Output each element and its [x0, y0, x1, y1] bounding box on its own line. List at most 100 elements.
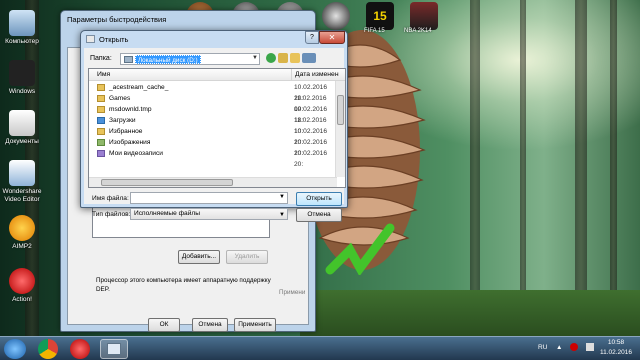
videos-icon [97, 150, 105, 157]
column-date-header[interactable]: Дата изменен [295, 71, 339, 78]
ok-button[interactable]: ОК [148, 318, 180, 332]
file-row[interactable]: Изображения 10.02.2016 20: [89, 137, 333, 157]
up-folder-icon[interactable] [278, 53, 288, 63]
file-row[interactable]: _acestream_cache_ 10.02.2016 20: [89, 82, 333, 102]
open-button[interactable]: Открыть [296, 192, 342, 206]
desktop-icon-documents[interactable]: Документы [0, 110, 44, 146]
vertical-scrollbar[interactable] [335, 81, 345, 177]
windows-icon [9, 60, 35, 86]
window-icon [107, 343, 121, 355]
folder-icon [97, 95, 105, 102]
chrome-icon[interactable] [38, 339, 58, 359]
file-name: msdownld.tmp [109, 106, 152, 113]
computer-icon [9, 10, 35, 36]
video-editor-icon [9, 160, 35, 186]
file-row[interactable]: Избранное 10.02.2016 20: [89, 126, 333, 146]
folder-row: Папка: Локальный диск (D:) ▼ [88, 52, 344, 66]
fifa15-icon[interactable]: 15 [366, 2, 394, 30]
favorites-icon [97, 128, 105, 135]
game-icon[interactable] [322, 2, 350, 30]
folder-select[interactable]: Локальный диск (D:) ▼ [120, 53, 260, 65]
dialog-titlebar: Открыть ? ✕ [81, 31, 347, 47]
dialog-body: Папка: Локальный диск (D:) ▼ Имя Дата из… [84, 48, 346, 222]
horizontal-scrollbar[interactable] [89, 177, 337, 187]
record-icon[interactable] [70, 339, 90, 359]
pictures-icon [97, 139, 105, 146]
tree-trunk [470, 0, 480, 336]
clock-time[interactable]: 10:58 [598, 339, 634, 346]
folder-value: Локальный диск (D:) [135, 55, 201, 64]
downloads-icon [97, 117, 105, 124]
open-file-dialog: Открыть ? ✕ Папка: Локальный диск (D:) ▼… [80, 30, 348, 222]
chevron-down-icon: ▼ [279, 212, 285, 218]
record-icon [9, 268, 35, 294]
cancel-button[interactable]: Отмена [192, 318, 228, 332]
clock-date[interactable]: 11.02.2016 [598, 349, 634, 356]
file-row[interactable]: msdownld.tmp 09.02.2016 18: [89, 104, 333, 124]
documents-icon [9, 110, 35, 136]
chevron-down-icon: ▼ [252, 55, 258, 61]
close-button[interactable]: ✕ [319, 31, 345, 44]
dep-description: Процессор этого компьютера имеет аппарат… [96, 277, 271, 293]
file-row[interactable]: Загрузки 11.02.2016 10: [89, 115, 333, 135]
back-icon[interactable] [266, 53, 276, 63]
taskbar: RU ▲ 10:58 11.02.2016 [0, 336, 640, 360]
active-window-button[interactable] [100, 339, 128, 359]
help-button[interactable]: ? [305, 31, 319, 44]
window-title: Параметры быстродействия [67, 15, 167, 24]
file-name: Загрузки [109, 117, 136, 124]
nba2k14-icon[interactable] [410, 2, 438, 30]
file-name: Games [109, 95, 131, 102]
desktop-icon-label: AIMP2 [12, 243, 32, 250]
desktop-icon-label: Wondershare Video Editor [2, 188, 42, 203]
dialog-title: Открыть [99, 35, 129, 44]
desktop-icon-wondershare[interactable]: Wondershare Video Editor [0, 160, 44, 204]
file-row[interactable]: Мои видеозаписи 10.02.2016 20: [89, 148, 333, 168]
filetype-select[interactable]: Исполняемые файлы ▼ [130, 208, 288, 220]
filename-input[interactable]: ▼ [130, 192, 288, 204]
remove-button[interactable]: Удалить [226, 250, 268, 264]
view-menu-icon[interactable] [302, 53, 316, 63]
scrollbar-thumb[interactable] [337, 95, 344, 125]
filetype-row: Тип файлов: Исполняемые файлы ▼ Отмена [90, 208, 346, 222]
start-button[interactable] [4, 339, 26, 359]
file-name: Избранное [109, 128, 143, 135]
file-list[interactable]: Имя Дата изменен _acestream_cache_ 10.02… [88, 68, 346, 188]
filetype-value: Исполняемые файлы [134, 210, 200, 217]
file-name: Изображения [109, 139, 151, 146]
folder-icon [97, 106, 105, 113]
desktop-icon-label: FIFA 15 [364, 28, 385, 34]
desktop-icon-computer[interactable]: Компьютер [0, 10, 44, 46]
network-icon[interactable] [586, 343, 594, 351]
tray-app-icon[interactable] [570, 343, 578, 351]
desktop-icon-label: NBA 2K14 [404, 28, 432, 34]
apply-button[interactable]: Применить [234, 318, 276, 332]
aimp-icon [9, 215, 35, 241]
new-folder-icon[interactable] [290, 53, 300, 63]
filename-row: Имя файла: ▼ Открыть [90, 192, 346, 206]
desktop-icon-windows[interactable]: Windows [0, 60, 44, 96]
tree-trunk [575, 0, 587, 336]
desktop-icon-action[interactable]: Action! [0, 268, 44, 304]
forest-floor [300, 290, 640, 336]
chevron-down-icon[interactable]: ▼ [279, 194, 285, 200]
file-name: _acestream_cache_ [109, 84, 169, 91]
tree-trunk [610, 0, 617, 336]
folder-label: Папка: [90, 55, 112, 62]
add-button[interactable]: Добавить... [178, 250, 220, 264]
tray-arrow-icon[interactable]: ▲ [556, 344, 562, 351]
cancel-button[interactable]: Отмена [296, 208, 342, 222]
file-row[interactable]: Games 11.02.2016 10: [89, 93, 333, 113]
desktop-icon-label: Компьютер [5, 38, 39, 45]
filename-label: Имя файла: [92, 195, 129, 202]
dialog-icon [86, 35, 95, 43]
drive-icon [124, 56, 133, 63]
desktop-icon-label: Windows [8, 88, 36, 95]
file-date: 10.02.2016 20: [294, 150, 328, 168]
file-name: Мои видеозаписи [109, 150, 163, 157]
desktop-icon-label: Документы [5, 138, 39, 145]
language-indicator[interactable]: RU [538, 344, 547, 351]
desktop-icon-aimp2[interactable]: AIMP2 [0, 215, 44, 251]
column-name-header[interactable]: Имя [97, 71, 110, 78]
scrollbar-thumb[interactable] [101, 179, 233, 186]
